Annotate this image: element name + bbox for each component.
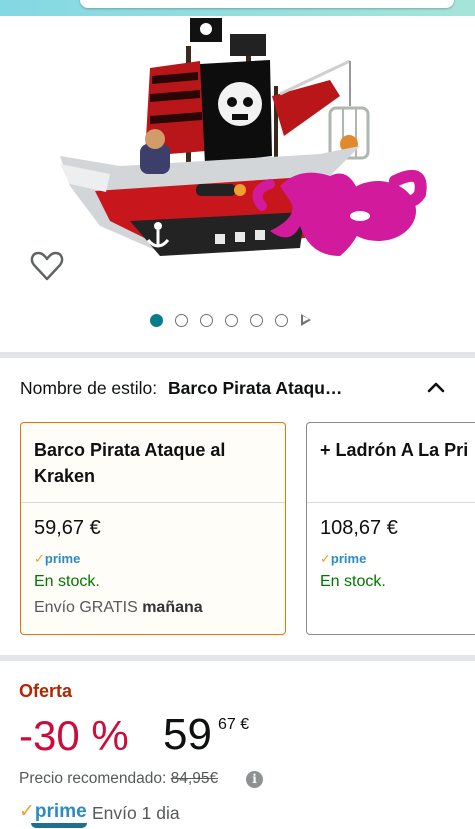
- pirate-ship-illustration: [60, 18, 427, 256]
- prime-smile: [31, 823, 87, 828]
- search-box[interactable]: [80, 0, 454, 8]
- wishlist-button[interactable]: [30, 250, 64, 282]
- checkmark-icon: ✓: [34, 551, 45, 566]
- carousel-dot-6[interactable]: [275, 313, 288, 327]
- recommended-price: Precio recomendado: 84,95€: [19, 770, 218, 788]
- section-divider: [0, 655, 475, 661]
- style-selected-value: Barco Pirata Ataqu…: [168, 378, 343, 398]
- prime-logo: ✓prime: [19, 801, 87, 822]
- carousel-dot-2[interactable]: [175, 313, 188, 327]
- product-image[interactable]: [0, 16, 475, 294]
- carousel-dot-1[interactable]: [150, 313, 163, 327]
- variant-price: 108,67 €: [320, 517, 398, 539]
- stock-status: En stock.: [34, 573, 100, 590]
- chevron-up-icon: [427, 382, 445, 393]
- price-fraction: 67 €: [218, 716, 250, 733]
- variant-card-selected[interactable]: Barco Pirata Ataque al Kraken 59,67 € ✓p…: [20, 422, 286, 635]
- card-divider: [21, 502, 285, 503]
- recommended-label: Precio recomendado:: [19, 770, 167, 787]
- checkmark-icon: ✓: [19, 801, 35, 822]
- carousel-dot-4[interactable]: [225, 313, 238, 327]
- price-whole: 59: [163, 710, 212, 759]
- checkmark-icon: ✓: [320, 551, 331, 566]
- next-arrow-icon[interactable]: [301, 314, 311, 326]
- style-selector[interactable]: Nombre de estilo: Barco Pirata Ataqu…: [20, 378, 460, 402]
- section-divider: [0, 352, 475, 358]
- recommended-value: 84,95€: [170, 770, 219, 787]
- carousel-dot-5[interactable]: [250, 313, 263, 327]
- shipping-info: Envío GRATIS mañana: [34, 599, 203, 616]
- variant-card[interactable]: + Ladrón A La Pri 108,67 € ✓prime En sto…: [306, 422, 475, 635]
- variant-price: 59,67 €: [34, 517, 101, 539]
- variant-title: + Ladrón A La Pri: [320, 440, 469, 460]
- info-icon[interactable]: i: [246, 771, 263, 788]
- offer-label: Oferta: [19, 681, 73, 701]
- card-divider: [307, 502, 475, 503]
- heart-icon: [30, 251, 64, 281]
- style-label: Nombre de estilo:: [20, 378, 158, 398]
- variant-title: Barco Pirata Ataque al Kraken: [34, 440, 226, 486]
- style-toggle[interactable]: [427, 380, 445, 393]
- delivery-info: Envío 1 dia: [92, 803, 180, 823]
- prime-badge: ✓prime: [34, 551, 81, 566]
- carousel-indicators: [150, 312, 311, 328]
- stock-status: En stock.: [320, 573, 386, 590]
- prime-badge: ✓prime: [320, 551, 367, 566]
- carousel-dot-3[interactable]: [200, 313, 213, 327]
- discount-percent: -30 %: [19, 712, 129, 759]
